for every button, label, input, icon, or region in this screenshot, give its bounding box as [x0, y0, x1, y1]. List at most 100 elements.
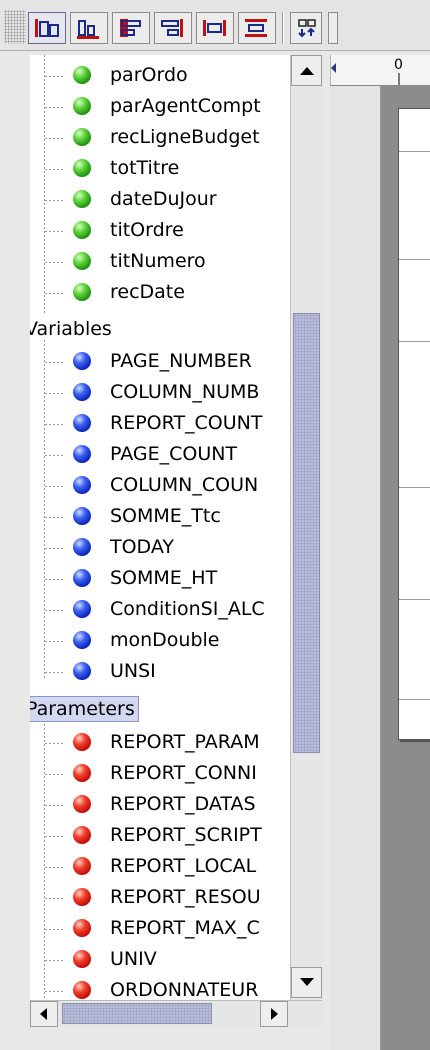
band-divider	[399, 699, 430, 700]
variable-item-label: SOMME_HT	[110, 567, 218, 589]
parameters-group-label: Parameters	[30, 696, 139, 722]
parameter-tree-item[interactable]: REPORT_PARAM	[30, 728, 290, 758]
blue-ball-icon	[73, 569, 91, 587]
variable-item-label: PAGE_NUMBER	[110, 350, 252, 372]
field-item-label: parAgentCompt	[110, 95, 261, 117]
parameter-item-label: REPORT_CONNI	[110, 762, 257, 784]
blue-ball-icon	[73, 352, 91, 370]
toolbar-grip[interactable]	[4, 10, 26, 44]
report-objects-tree[interactable]: parOrdo parAgentCompt recLigneBudget totTit…	[30, 55, 290, 1025]
tree-connector	[45, 641, 63, 642]
tree-group-variables[interactable]: Variables	[30, 315, 290, 345]
scroll-up-button[interactable]	[291, 55, 322, 86]
tree-group-parameters[interactable]: Parameters	[30, 695, 290, 725]
same-width-button[interactable]	[196, 12, 234, 44]
variable-item-label: COLUMN_NUMB	[110, 381, 260, 403]
variable-tree-item[interactable]: TODAY	[30, 533, 290, 563]
tree-connector	[45, 579, 63, 580]
parameter-tree-item[interactable]: REPORT_LOCAL	[30, 852, 290, 882]
align-right-icon	[161, 19, 183, 37]
scroll-left-button[interactable]	[30, 1001, 58, 1027]
red-ball-icon	[73, 795, 91, 813]
parameter-item-label: ORDONNATEUR	[110, 979, 259, 1001]
align-bottom-button[interactable]	[70, 12, 108, 44]
red-ball-icon	[73, 733, 91, 751]
variables-group-label: Variables	[30, 318, 112, 340]
field-item-label: titNumero	[110, 250, 206, 272]
field-tree-item[interactable]: totTitre	[30, 154, 290, 184]
variable-item-label: TODAY	[110, 536, 174, 558]
tree-connector	[45, 960, 63, 961]
bring-forward-button[interactable]	[290, 12, 322, 44]
blue-ball-icon	[73, 631, 91, 649]
tree-connector	[45, 486, 63, 487]
variable-tree-item[interactable]: UNSI	[30, 657, 290, 687]
horizontal-scroll-thumb[interactable]	[62, 1003, 212, 1024]
parameter-tree-item[interactable]: UNIV	[30, 945, 290, 975]
tree-connector	[45, 107, 63, 108]
tree-connector	[45, 200, 63, 201]
variable-tree-item[interactable]: PAGE_COUNT	[30, 440, 290, 470]
parameter-item-label: REPORT_MAX_C	[110, 917, 260, 939]
tree-connector	[45, 672, 63, 673]
field-tree-item[interactable]: recDate	[30, 278, 290, 308]
variable-tree-item[interactable]: monDouble	[30, 626, 290, 656]
vertical-scroll-thumb[interactable]	[293, 313, 320, 753]
arrow-right-icon	[271, 1008, 278, 1020]
toolbar-overflow-button[interactable]	[328, 12, 338, 44]
bring-forward-icon	[298, 19, 316, 38]
parameter-tree-item[interactable]: REPORT_DATAS	[30, 790, 290, 820]
parameter-tree-item[interactable]: REPORT_RESOU	[30, 883, 290, 913]
field-tree-item[interactable]: parOrdo	[30, 61, 290, 91]
field-tree-item[interactable]: dateDuJour	[30, 185, 290, 215]
red-ball-icon	[73, 950, 91, 968]
tree-horizontal-scrollbar[interactable]	[30, 1000, 322, 1027]
green-ball-icon	[73, 128, 91, 146]
align-right-button[interactable]	[154, 12, 192, 44]
variable-tree-item[interactable]: REPORT_COUNT	[30, 409, 290, 439]
red-ball-icon	[73, 888, 91, 906]
field-tree-item[interactable]: titOrdre	[30, 216, 290, 246]
field-tree-item[interactable]: parAgentCompt	[30, 92, 290, 122]
tree-connector	[45, 362, 63, 363]
red-ball-icon	[73, 826, 91, 844]
field-tree-item[interactable]: titNumero	[30, 247, 290, 277]
field-tree-item[interactable]: recLigneBudget	[30, 123, 290, 153]
align-left-icon	[35, 19, 59, 37]
variable-item-label: UNSI	[110, 660, 156, 682]
variable-item-label: ConditionSI_ALC	[110, 598, 265, 620]
arrow-down-icon	[300, 978, 314, 986]
parameter-item-label: UNIV	[110, 948, 157, 970]
blue-ball-icon	[73, 538, 91, 556]
toolbar-separator	[282, 12, 284, 44]
band-divider	[399, 487, 430, 488]
blue-ball-icon	[73, 383, 91, 401]
variable-tree-item[interactable]: SOMME_HT	[30, 564, 290, 594]
report-page[interactable]	[398, 108, 430, 740]
tree-connector	[45, 991, 63, 992]
align-center-horizontal-button[interactable]	[112, 12, 150, 44]
center-vertical-button[interactable]	[238, 12, 276, 44]
green-ball-icon	[73, 159, 91, 177]
tree-connector	[45, 805, 63, 806]
align-bottom-icon	[77, 20, 99, 39]
tree-connector	[45, 76, 63, 77]
scroll-down-button[interactable]	[291, 967, 322, 998]
variable-tree-item[interactable]: COLUMN_COUN	[30, 471, 290, 501]
collapse-arrow-icon[interactable]	[331, 63, 336, 73]
variable-tree-item[interactable]: COLUMN_NUMB	[30, 378, 290, 408]
variable-tree-item[interactable]: SOMME_Ttc	[30, 502, 290, 532]
align-left-button[interactable]	[28, 12, 66, 44]
tree-connector	[45, 610, 63, 611]
red-ball-icon	[73, 764, 91, 782]
variable-tree-item[interactable]: ConditionSI_ALC	[30, 595, 290, 625]
parameter-tree-item[interactable]: REPORT_MAX_C	[30, 914, 290, 944]
scroll-right-button[interactable]	[260, 1001, 288, 1027]
tree-vertical-scrollbar[interactable]	[290, 55, 323, 1025]
tree-connector	[45, 774, 63, 775]
red-ball-icon	[73, 857, 91, 875]
variable-tree-item[interactable]: PAGE_NUMBER	[30, 347, 290, 377]
parameter-tree-item[interactable]: REPORT_SCRIPT	[30, 821, 290, 851]
parameter-tree-item[interactable]: REPORT_CONNI	[30, 759, 290, 789]
tree-connector	[45, 929, 63, 930]
